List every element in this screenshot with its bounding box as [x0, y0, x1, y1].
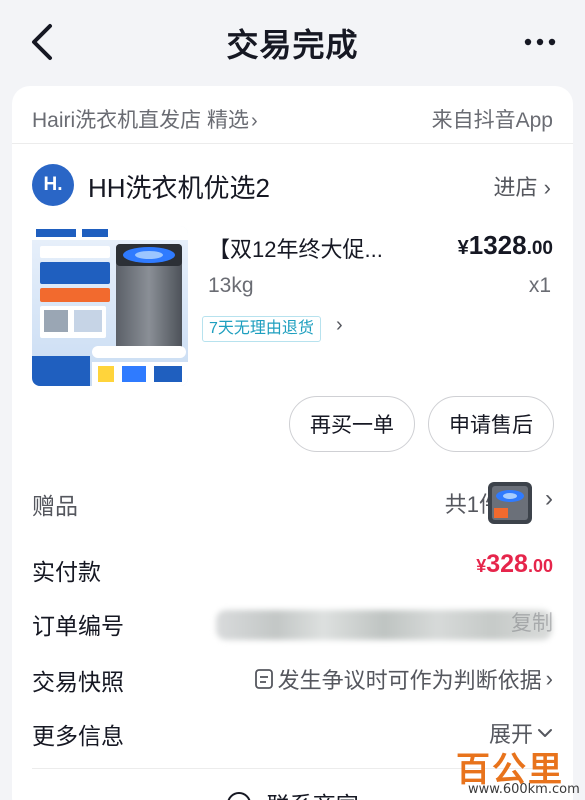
- chevron-down-icon: [538, 729, 552, 737]
- gift-image: [488, 482, 532, 524]
- chevron-right-icon: ›: [545, 666, 553, 691]
- document-icon: [254, 669, 273, 689]
- rebuy-button[interactable]: 再买一单: [289, 396, 415, 452]
- return-policy-badge[interactable]: 7天无理由退货: [202, 316, 321, 342]
- site-watermark: 百公里 www.600km.com: [456, 742, 584, 800]
- aftersale-button[interactable]: 申请售后: [428, 396, 554, 452]
- watermark-url: www.600km.com: [468, 782, 580, 797]
- order-number-label: 订单编号: [32, 613, 124, 639]
- snapshot-text: 发生争议时可作为判断依据: [277, 668, 542, 693]
- chevron-right-icon: ›: [545, 485, 553, 512]
- snapshot-row[interactable]: 交易快照 发生争议时可作为判断依据 ›: [12, 658, 573, 698]
- price-integer: 1328: [468, 230, 527, 260]
- enter-shop-label: 进店: [493, 175, 538, 200]
- source-app-label: 来自抖音App: [431, 109, 553, 132]
- source-row: Hairi洗衣机直发店 精选 › 来自抖音App: [12, 86, 573, 144]
- copy-order-button[interactable]: 复制: [511, 607, 553, 637]
- order-card: Hairi洗衣机直发店 精选 › 来自抖音App H. HH洗衣机优选2 进店 ›: [12, 86, 573, 800]
- ellipsis-icon[interactable]: [520, 30, 560, 54]
- product-title[interactable]: 【双12年终大促...: [208, 232, 418, 264]
- chevron-right-icon[interactable]: ›: [336, 314, 343, 337]
- snapshot-label: 交易快照: [32, 669, 124, 695]
- paid-label: 实付款: [32, 559, 101, 585]
- page-title: 交易完成: [226, 27, 359, 63]
- order-number-row: 订单编号 复制: [12, 602, 573, 642]
- product-image[interactable]: [32, 226, 188, 386]
- paid-decimal: .00: [527, 556, 553, 576]
- smile-chat-icon: [227, 792, 251, 800]
- product-spec: 13kg: [208, 274, 254, 297]
- enter-shop-link[interactable]: 进店 ›: [494, 170, 551, 202]
- more-info-label: 更多信息: [32, 723, 124, 749]
- source-store-link[interactable]: Hairi洗衣机直发店 精选 ›: [32, 104, 258, 134]
- chevron-right-icon: ›: [543, 175, 551, 200]
- product-quantity: x1: [528, 274, 551, 297]
- gift-row[interactable]: 赠品 共1件 ›: [12, 482, 573, 524]
- paid-integer: 328: [486, 550, 528, 578]
- washing-machine-image: [32, 226, 188, 386]
- shop-name[interactable]: HH洗衣机优选2: [88, 168, 270, 205]
- gift-label: 赠品: [32, 493, 78, 519]
- product-price: ¥1328.00: [458, 230, 553, 261]
- top-bar: 交易完成: [0, 0, 585, 84]
- price-decimal: .00: [526, 238, 553, 259]
- contact-seller-label: 联系商家: [267, 792, 359, 800]
- paid-row: 实付款 ¥328.00: [12, 548, 573, 588]
- gift-thumbnail[interactable]: [488, 482, 532, 524]
- paid-symbol: ¥: [476, 556, 487, 576]
- shop-row: H. HH洗衣机优选2 进店 ›: [12, 160, 573, 210]
- source-store-label: Hairi洗衣机直发店 精选: [32, 109, 250, 132]
- order-number-blurred: [216, 610, 552, 640]
- shop-avatar[interactable]: H.: [32, 164, 74, 206]
- price-symbol: ¥: [457, 237, 469, 259]
- chevron-right-icon: ›: [251, 110, 258, 132]
- snapshot-link[interactable]: 发生争议时可作为判断依据 ›: [254, 663, 553, 695]
- paid-amount: ¥328.00: [476, 550, 553, 579]
